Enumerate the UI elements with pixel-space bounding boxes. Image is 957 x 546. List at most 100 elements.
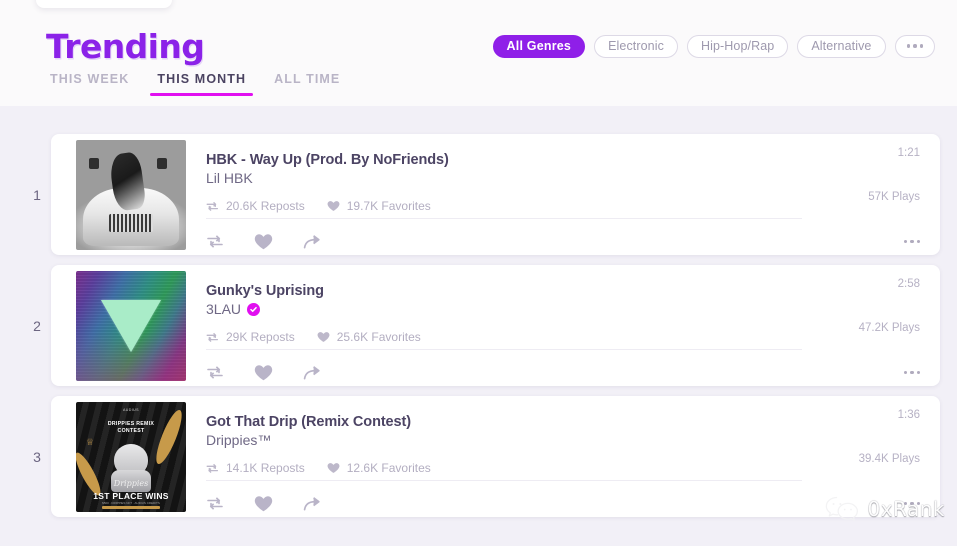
artwork-shape	[101, 299, 161, 352]
artwork-shape	[102, 506, 160, 509]
track-title[interactable]: Gunky's Uprising	[206, 283, 802, 299]
genre-chip-more-button[interactable]	[894, 34, 935, 58]
album-artwork[interactable]	[76, 140, 186, 250]
table-row[interactable]: 1 HBK - Way Up (Prod. By NoFriends) Lil …	[33, 134, 940, 255]
artist-line: 3LAU	[206, 301, 802, 317]
repost-count: 20.6K Reposts	[226, 199, 305, 213]
track-rank: 3	[33, 448, 41, 465]
track-plays: 57K Plays	[868, 191, 920, 203]
favorite-button[interactable]	[254, 495, 273, 512]
repost-icon	[206, 463, 219, 474]
genre-chip-label: Hip-Hop/Rap	[700, 39, 775, 53]
album-artwork[interactable]	[76, 271, 186, 381]
artwork-shape	[89, 157, 100, 169]
verified-badge-icon	[247, 302, 261, 316]
ellipsis-icon	[903, 239, 920, 243]
track-duration: 1:36	[897, 409, 920, 421]
favorite-count: 25.6K Favorites	[336, 330, 421, 344]
repost-count: 29K Reposts	[226, 330, 295, 344]
repost-icon	[206, 201, 219, 212]
album-artwork[interactable]: AUDIUS DRIPPIES REMIX CONTEST ♕ Drippies…	[76, 402, 186, 512]
crown-icon: ♕	[85, 437, 94, 448]
genre-chip-alternative[interactable]: Alternative	[797, 34, 886, 58]
artwork-script-text: Drippies	[113, 479, 149, 488]
tab-label: ALL TIME	[274, 72, 341, 86]
row-overflow-button[interactable]	[903, 239, 920, 243]
track-info: Gunky's Uprising 3LAU 29K Reposts 25.6K …	[186, 265, 820, 386]
artist-line: Lil HBK	[206, 170, 802, 186]
track-info: Got That Drip (Remix Contest) Drippies™ …	[186, 396, 820, 517]
artist-line: Drippies™	[206, 432, 802, 448]
track-plays: 39.4K Plays	[858, 453, 920, 465]
table-row[interactable]: 2 Gunky's Uprising 3LAU 29K Reposts 25.6…	[33, 265, 940, 386]
tab-label: THIS WEEK	[50, 72, 130, 86]
page-title: Trending	[46, 26, 205, 66]
table-row[interactable]: 3 AUDIUS DRIPPIES REMIX CONTEST ♕ Drippi…	[33, 396, 940, 517]
trending-track-list: 1 HBK - Way Up (Prod. By NoFriends) Lil …	[0, 106, 957, 546]
genre-chip-hip-hop-rap[interactable]: Hip-Hop/Rap	[686, 34, 789, 58]
track-actions	[206, 233, 322, 250]
track-meta: 1:21 57K Plays	[820, 134, 940, 255]
heart-icon	[317, 331, 330, 343]
track-duration: 2:58	[897, 278, 920, 290]
tab-label: THIS MONTH	[157, 72, 247, 86]
heart-icon	[327, 462, 340, 474]
track-title[interactable]: HBK - Way Up (Prod. By NoFriends)	[206, 152, 802, 168]
artwork-brand-text: AUDIUS	[123, 407, 139, 412]
artwork-contest-line1: DRIPPIES REMIX	[107, 420, 155, 427]
favorite-stat: 25.6K Favorites	[317, 330, 421, 344]
repost-stat: 14.1K Reposts	[206, 461, 305, 475]
share-button[interactable]	[303, 496, 322, 512]
page-header: Trending All Genres Electronic Hip-Hop/R…	[0, 0, 957, 106]
row-divider	[206, 218, 802, 219]
share-button[interactable]	[303, 234, 322, 250]
genre-chip-all-genres[interactable]: All Genres	[492, 34, 586, 58]
ellipsis-icon	[903, 501, 920, 505]
track-meta: 2:58 47.2K Plays	[820, 265, 940, 386]
track-rank: 1	[33, 186, 41, 203]
timeframe-tabs: THIS WEEK THIS MONTH ALL TIME	[46, 72, 354, 106]
trending-page: Trending All Genres Electronic Hip-Hop/R…	[0, 0, 957, 546]
artist-name[interactable]: Drippies™	[206, 432, 271, 448]
genre-chip-electronic[interactable]: Electronic	[594, 34, 678, 58]
track-title[interactable]: Got That Drip (Remix Contest)	[206, 414, 802, 430]
track-info: HBK - Way Up (Prod. By NoFriends) Lil HB…	[186, 134, 820, 255]
ellipsis-icon	[906, 44, 923, 48]
track-rank: 2	[33, 317, 41, 334]
favorite-button[interactable]	[254, 364, 273, 381]
row-overflow-button[interactable]	[903, 370, 920, 374]
track-stats: 14.1K Reposts 12.6K Favorites	[206, 461, 802, 475]
track-stats: 20.6K Reposts 19.7K Favorites	[206, 199, 802, 213]
tab-this-month[interactable]: THIS MONTH	[143, 72, 260, 96]
heart-icon	[327, 200, 340, 212]
genre-chip-label: Alternative	[811, 39, 872, 53]
favorite-count: 19.7K Favorites	[346, 199, 431, 213]
row-divider	[206, 480, 802, 481]
artwork-shape	[109, 213, 153, 233]
track-actions	[206, 495, 322, 512]
repost-stat: 29K Reposts	[206, 330, 295, 344]
repost-button[interactable]	[206, 365, 224, 380]
header-top-row: Trending All Genres Electronic Hip-Hop/R…	[0, 20, 957, 72]
artist-name[interactable]: 3LAU	[206, 301, 241, 317]
favorite-stat: 12.6K Favorites	[327, 461, 431, 475]
artwork-shape	[157, 157, 168, 169]
genre-filter-bar: All Genres Electronic Hip-Hop/Rap Altern…	[492, 34, 935, 58]
peeking-card-above	[36, 0, 172, 8]
tab-all-time[interactable]: ALL TIME	[260, 72, 354, 96]
ellipsis-icon	[903, 370, 920, 374]
repost-button[interactable]	[206, 496, 224, 511]
row-overflow-button[interactable]	[903, 501, 920, 505]
track-meta: 1:36 39.4K Plays	[820, 396, 940, 517]
share-button[interactable]	[303, 365, 322, 381]
favorite-button[interactable]	[254, 233, 273, 250]
artist-name[interactable]: Lil HBK	[206, 170, 253, 186]
artwork-shape	[151, 407, 186, 467]
tab-this-week[interactable]: THIS WEEK	[46, 72, 143, 96]
track-plays: 47.2K Plays	[858, 322, 920, 334]
repost-button[interactable]	[206, 234, 224, 249]
repost-icon	[206, 332, 219, 343]
track-duration: 1:21	[897, 147, 920, 159]
favorite-stat: 19.7K Favorites	[327, 199, 431, 213]
favorite-count: 12.6K Favorites	[346, 461, 431, 475]
